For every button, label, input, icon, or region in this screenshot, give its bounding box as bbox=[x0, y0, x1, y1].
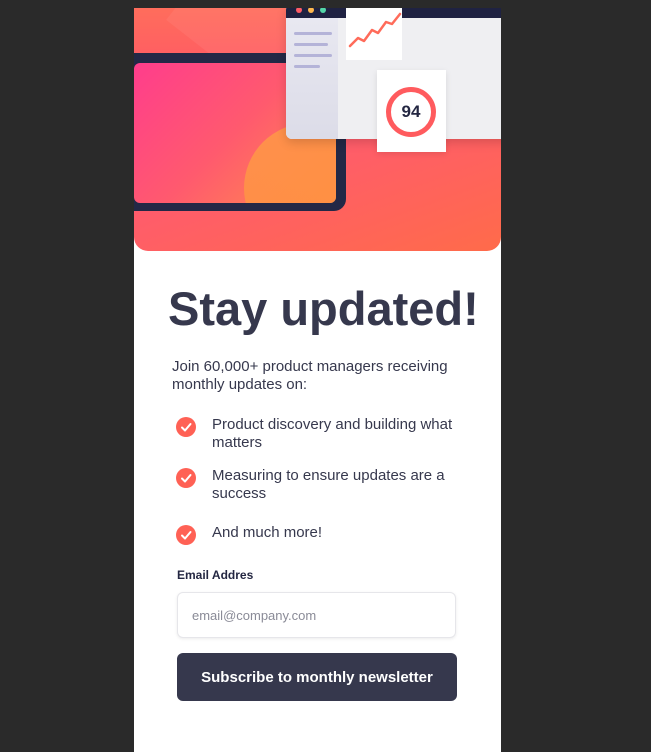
feature-text: Product discovery and building what matt… bbox=[212, 416, 453, 451]
sidebar-line bbox=[294, 54, 332, 57]
trend-line-icon bbox=[348, 12, 402, 48]
hero-illustration: 94 bbox=[134, 8, 501, 251]
email-label: Email Addres bbox=[177, 568, 254, 582]
sidebar-line bbox=[294, 43, 328, 46]
newsletter-card: 94 Stay updated! Join 60,000+ product ma… bbox=[134, 8, 501, 752]
feature-text: And much more! bbox=[212, 524, 323, 541]
score-card: 94 bbox=[377, 70, 446, 152]
page-title: Stay updated! bbox=[168, 282, 479, 335]
window-dot-red-icon bbox=[296, 8, 302, 13]
window-dot-yellow-icon bbox=[308, 8, 314, 13]
window-dot-green-icon bbox=[320, 8, 326, 13]
intro-text: Join 60,000+ product managers receiving … bbox=[172, 358, 448, 393]
browser-chart-card bbox=[346, 8, 402, 60]
subscribe-button[interactable]: Subscribe to monthly newsletter bbox=[177, 653, 457, 701]
sidebar-line bbox=[294, 32, 332, 35]
browser-sidebar bbox=[286, 18, 338, 139]
feature-text: Measuring to ensure updates are a succes… bbox=[212, 467, 445, 502]
check-icon bbox=[176, 468, 196, 488]
sidebar-line bbox=[294, 65, 320, 68]
check-icon bbox=[176, 417, 196, 437]
score-value: 94 bbox=[401, 102, 421, 121]
email-field[interactable] bbox=[177, 592, 456, 638]
check-icon bbox=[176, 525, 196, 545]
